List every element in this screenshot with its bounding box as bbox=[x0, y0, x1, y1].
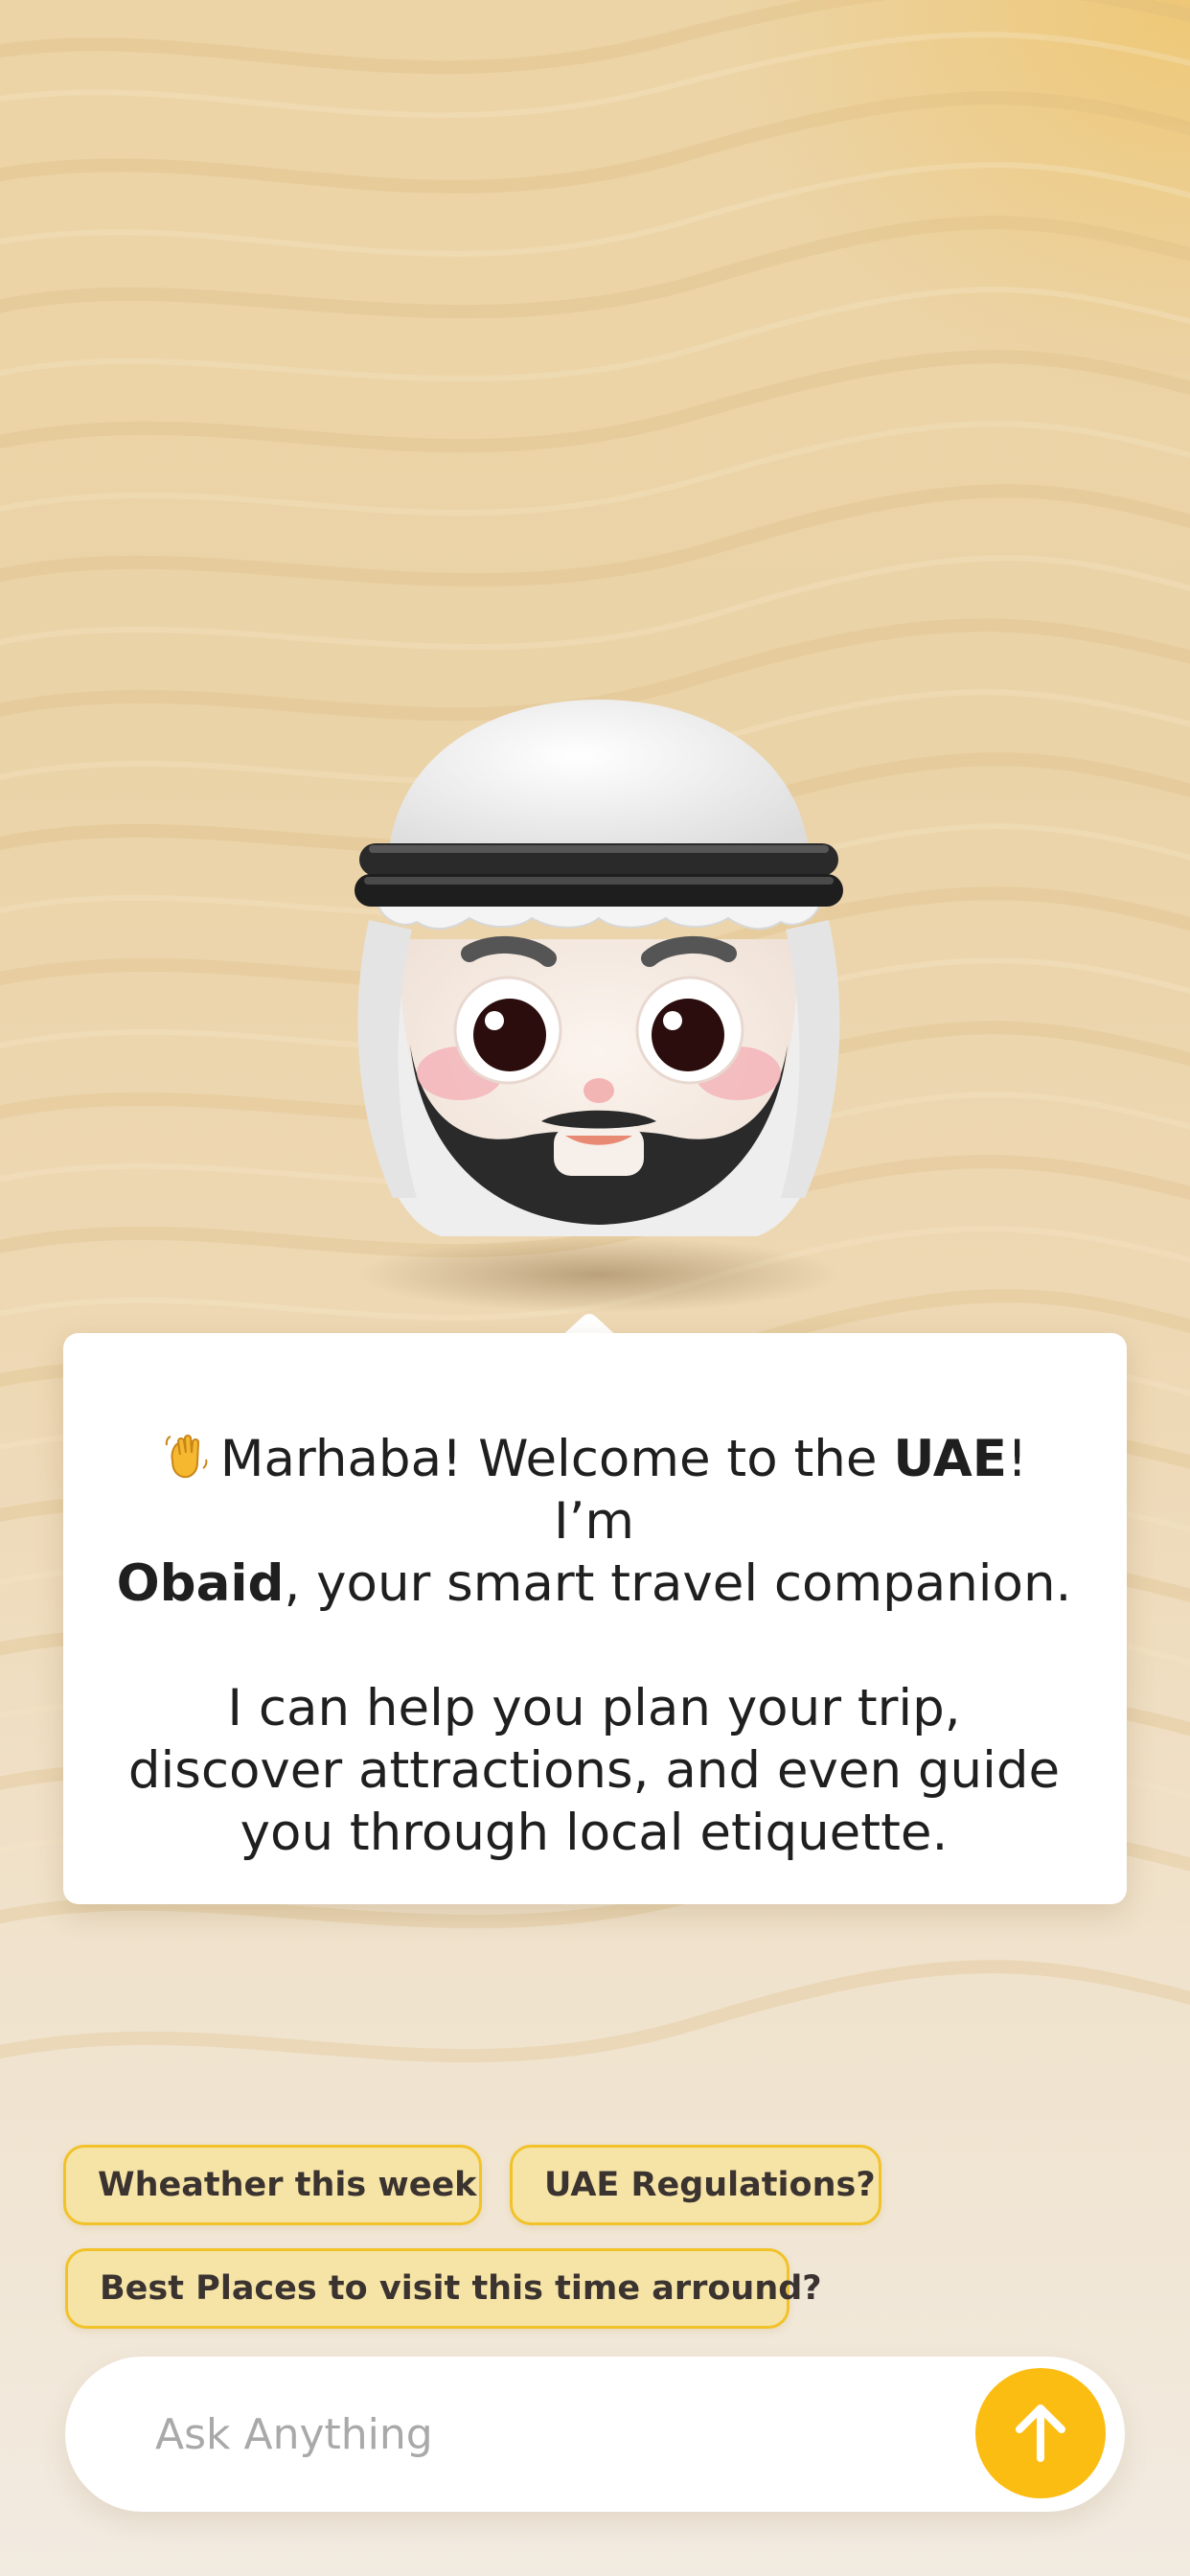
arrow-up-icon bbox=[1016, 2404, 1065, 2462]
ask-input[interactable] bbox=[155, 2397, 922, 2472]
assistant-message-text: Marhaba! Welcome to the UAE! I’m Obaid, y… bbox=[115, 1428, 1073, 1864]
country-name: UAE bbox=[893, 1430, 1007, 1488]
suggestion-chip-regulations[interactable]: UAE Regulations? bbox=[510, 2145, 881, 2225]
welcome-text-1: Marhaba! Welcome to the bbox=[219, 1430, 894, 1488]
suggestion-chip-weather[interactable]: Wheather this week bbox=[63, 2145, 482, 2225]
send-button[interactable] bbox=[975, 2368, 1106, 2498]
mascot-avatar-icon bbox=[355, 700, 843, 1313]
waving-hand-icon bbox=[165, 1435, 208, 1479]
chat-input-bar bbox=[65, 2357, 1125, 2512]
assistant-name: Obaid bbox=[116, 1554, 285, 1613]
chat-screen: Marhaba! Welcome to the UAE! I’m Obaid, y… bbox=[0, 0, 1190, 2576]
suggestion-chip-best-places[interactable]: Best Places to visit this time arround? bbox=[65, 2248, 822, 2329]
welcome-text-3: , your smart travel companion. bbox=[284, 1554, 1072, 1613]
welcome-line: Marhaba! Welcome to the UAE! I’m Obaid, y… bbox=[115, 1428, 1073, 1615]
capabilities-text: I can help you plan your trip, discover … bbox=[127, 1679, 1061, 1862]
